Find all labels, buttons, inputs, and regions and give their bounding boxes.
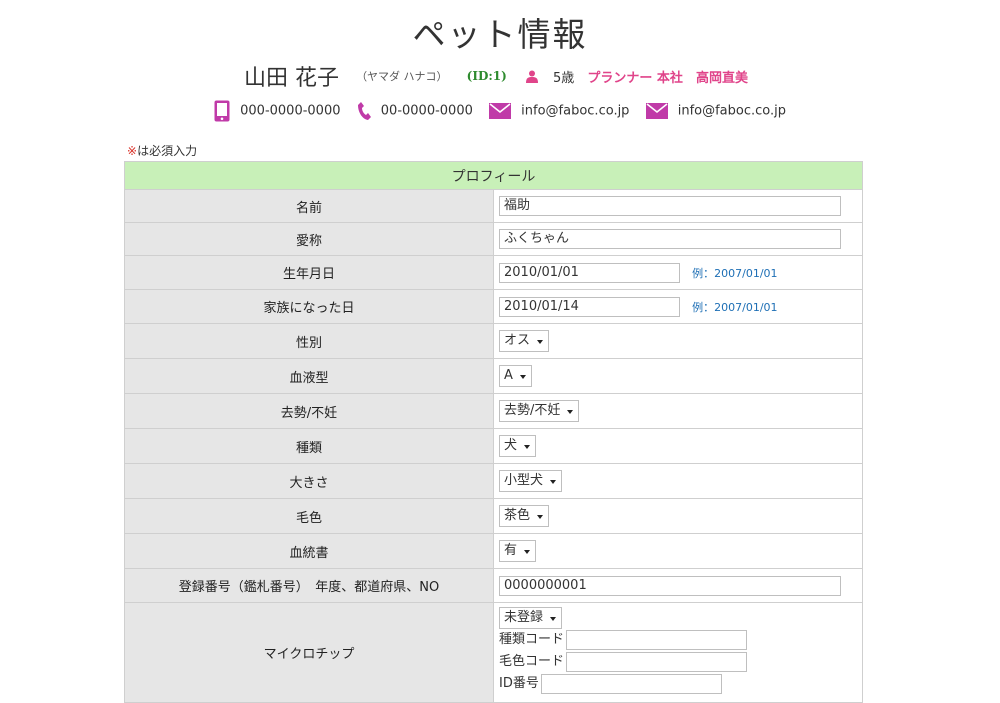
chevron-down-icon xyxy=(550,617,557,621)
label-nickname: 愛称 xyxy=(124,222,494,256)
kind-select[interactable]: 犬 xyxy=(499,435,537,457)
contact-mobile: 000-0000-0000 xyxy=(214,100,341,122)
required-note: ※は必須入力 xyxy=(127,142,197,159)
email-2[interactable]: info@faboc.co.jp xyxy=(678,104,786,119)
contact-email-1: info@faboc.co.jp xyxy=(489,103,629,119)
chevron-down-icon xyxy=(519,375,526,379)
email-1[interactable]: info@faboc.co.jp xyxy=(521,104,629,119)
pet-name-input[interactable]: 福助 xyxy=(499,196,841,216)
label-blood: 血液型 xyxy=(124,358,494,394)
family-day-input[interactable]: 2010/01/14 xyxy=(499,296,680,317)
owner-role[interactable]: プランナー 本社 xyxy=(587,71,683,86)
owner-kana: （ヤマダ ハナコ） xyxy=(356,70,448,83)
chevron-down-icon xyxy=(537,515,544,519)
mobile-phone-icon xyxy=(214,100,230,122)
label-neuter: 去勢/不妊 xyxy=(124,393,494,429)
mail-icon xyxy=(645,103,668,119)
registration-input[interactable]: 0000000001 xyxy=(499,575,841,596)
owner-name: 山田 花子 xyxy=(243,66,339,91)
label-color: 毛色 xyxy=(124,498,494,534)
label-sex: 性別 xyxy=(124,323,494,359)
contact-email-2: info@faboc.co.jp xyxy=(645,103,786,119)
id-number-label: ID番号 xyxy=(499,676,539,691)
microchip-status-value: 未登録 xyxy=(504,610,544,625)
pedigree-value: 有 xyxy=(504,543,518,558)
kind-code-line: 種類コード xyxy=(499,629,862,651)
chevron-down-icon xyxy=(550,480,557,484)
sex-select[interactable]: オス xyxy=(499,330,550,352)
mail-icon xyxy=(489,103,512,119)
id-number-input[interactable] xyxy=(540,673,722,694)
birthday-example: 例：2007/01/01 xyxy=(692,266,778,280)
size-value: 小型犬 xyxy=(504,473,544,488)
color-code-line: 毛色コード xyxy=(499,651,862,673)
kind-code-label: 種類コード xyxy=(499,632,565,647)
size-select[interactable]: 小型犬 xyxy=(499,470,563,492)
microchip-status-select[interactable]: 未登録 xyxy=(499,607,563,629)
required-note-text: は必須入力 xyxy=(137,144,198,158)
contact-row: 000-0000-0000 00-0000-0000 info@faboc.co… xyxy=(0,100,1000,122)
page-title: ペット情報 xyxy=(412,15,588,54)
label-pedigree: 血統書 xyxy=(124,533,494,569)
owner-age: 5歳 xyxy=(553,70,575,86)
family-day-example: 例：2007/01/01 xyxy=(692,300,778,314)
neuter-select[interactable]: 去勢/不妊 xyxy=(499,400,580,422)
birthday-input[interactable]: 2010/01/01 xyxy=(499,262,680,283)
blood-type-value: A xyxy=(504,368,513,383)
sex-select-value: オス xyxy=(504,333,531,348)
color-value: 茶色 xyxy=(504,508,531,523)
pedigree-select[interactable]: 有 xyxy=(499,540,537,562)
kind-code-input[interactable] xyxy=(566,629,748,650)
owner-id: (ID:1) xyxy=(466,69,507,83)
color-code-input[interactable] xyxy=(566,651,748,672)
contact-phone: 00-0000-0000 xyxy=(357,101,473,121)
required-mark: ※ xyxy=(127,144,138,158)
person-icon xyxy=(525,70,538,83)
color-code-label: 毛色コード xyxy=(499,654,565,669)
owner-summary: 山田 花子 （ヤマダ ハナコ） (ID:1) 5歳 プランナー 本社 高岡直美 xyxy=(0,60,1000,92)
label-size: 大きさ xyxy=(124,463,494,499)
chevron-down-icon xyxy=(524,445,531,449)
neuter-value: 去勢/不妊 xyxy=(504,403,561,418)
chevron-down-icon xyxy=(524,550,531,554)
phone-icon xyxy=(357,102,371,120)
id-number-line: ID番号 xyxy=(499,673,862,695)
phone-number: 00-0000-0000 xyxy=(380,103,473,119)
mobile-number: 000-0000-0000 xyxy=(240,103,341,119)
kind-value: 犬 xyxy=(504,438,518,453)
profile-form: プロフィール 名前 福助 愛称 ふくちゃん 生年月日 2010/01/01 例：… xyxy=(124,161,863,703)
label-registration: 登録番号（鑑札番号） 年度、都道府県、NO xyxy=(124,568,494,603)
label-kind: 種類 xyxy=(124,428,494,464)
nickname-input[interactable]: ふくちゃん xyxy=(499,229,841,249)
staff-name[interactable]: 高岡直美 xyxy=(696,71,748,86)
section-title-profile: プロフィール xyxy=(124,161,863,190)
label-microchip: マイクロチップ xyxy=(124,602,494,703)
chevron-down-icon xyxy=(567,410,574,414)
color-select[interactable]: 茶色 xyxy=(499,505,550,527)
label-name: 名前 xyxy=(124,189,494,223)
label-family-day: 家族になった日 xyxy=(124,289,494,324)
chevron-down-icon xyxy=(537,340,544,344)
label-birthday: 生年月日 xyxy=(124,255,494,290)
blood-type-select[interactable]: A xyxy=(499,365,532,387)
